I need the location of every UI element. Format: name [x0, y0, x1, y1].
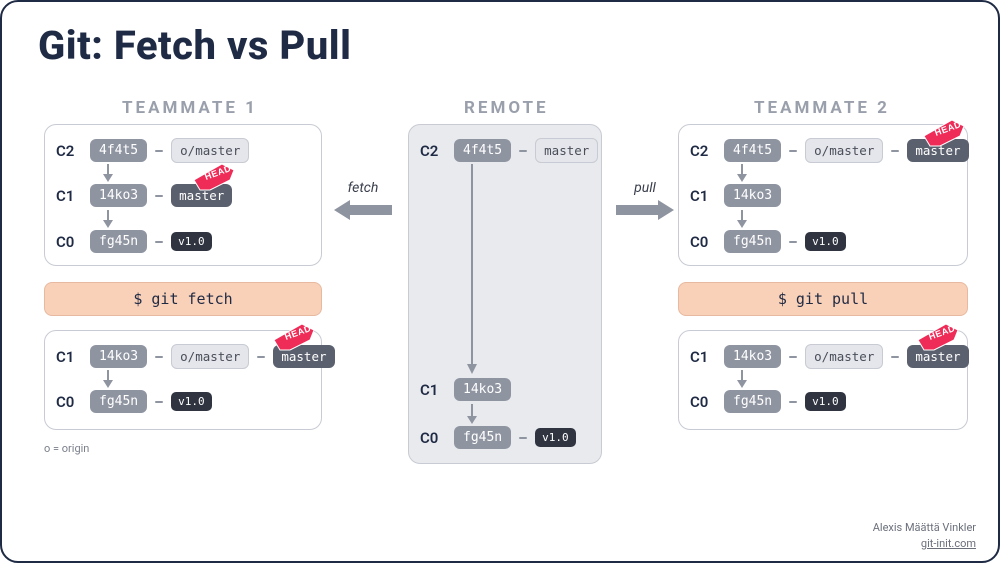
arrow-down-icon	[734, 164, 750, 182]
remote-c1: C1 14ko3	[420, 378, 511, 401]
t2b-c1: C1 14ko3	[690, 184, 781, 207]
commit-hash: 14ko3	[724, 184, 781, 207]
commit-label: C2	[420, 142, 446, 160]
commit-hash: 14ko3	[90, 345, 147, 368]
commit-hash: 14ko3	[90, 184, 147, 207]
footnote: o = origin	[44, 442, 89, 455]
head-flag-icon: HEAD	[924, 116, 968, 146]
commit-hash: fg45n	[454, 426, 511, 449]
head-flag-icon: HEAD	[274, 320, 318, 350]
arrow-down-icon	[734, 210, 750, 228]
tag-v1: v1.0	[171, 232, 212, 251]
commit-label: C1	[56, 187, 82, 205]
head-flag-icon: HEAD	[194, 160, 238, 190]
credit-name: Alexis Määttä Vinkler	[873, 520, 976, 535]
fetch-arrow-icon: fetch	[334, 180, 392, 222]
connector	[257, 356, 265, 358]
connector	[891, 150, 899, 152]
commit-label: C0	[690, 233, 716, 251]
command-git-fetch: $ git fetch	[44, 282, 322, 316]
commit-label: C1	[56, 348, 82, 366]
credit-block: Alexis Määttä Vinkler git-init.com	[873, 520, 976, 551]
connector	[789, 356, 797, 358]
commit-hash: 14ko3	[454, 378, 511, 401]
remote-c0: C0 fg45n v1.0	[420, 426, 576, 449]
pull-arrow-icon: pull	[616, 180, 674, 222]
connector	[155, 356, 163, 358]
t2b-c0: C0 fg45n v1.0	[690, 230, 846, 253]
connector	[519, 437, 527, 439]
tag-v1: v1.0	[535, 428, 576, 447]
t1a-c0: C0 fg45n v1.0	[56, 390, 212, 413]
branch-omaster: o/master	[805, 344, 883, 369]
arrow-down-icon	[464, 164, 480, 374]
commit-label: C0	[56, 233, 82, 251]
arrow-down-icon	[464, 404, 480, 424]
credit-url: git-init.com	[873, 536, 976, 551]
commit-hash: 14ko3	[724, 345, 781, 368]
commit-label: C1	[420, 381, 446, 399]
connector	[789, 401, 797, 403]
tag-v1: v1.0	[805, 392, 846, 411]
command-git-pull: $ git pull	[678, 282, 968, 316]
commit-label: C0	[420, 429, 446, 447]
branch-omaster: o/master	[171, 344, 249, 369]
commit-hash: 4f4t5	[724, 139, 781, 162]
branch-master: master	[535, 138, 598, 163]
remote-c2: C2 4f4t5 master	[420, 138, 598, 163]
connector	[155, 401, 163, 403]
commit-label: C1	[690, 187, 716, 205]
connector	[789, 241, 797, 243]
commit-hash: fg45n	[90, 390, 147, 413]
header-teammate1: TEAMMATE 1	[122, 98, 258, 118]
tag-v1: v1.0	[805, 232, 846, 251]
t2a-c0: C0 fg45n v1.0	[690, 390, 846, 413]
arrow-down-icon	[100, 164, 116, 182]
arrow-down-icon	[734, 370, 750, 388]
connector	[155, 195, 163, 197]
diagram-canvas: Git: Fetch vs Pull TEAMMATE 1 REMOTE TEA…	[0, 0, 1000, 563]
connector	[891, 356, 899, 358]
connector	[155, 150, 163, 152]
commit-hash: 4f4t5	[90, 139, 147, 162]
connector	[519, 150, 527, 152]
commit-label: C0	[690, 393, 716, 411]
commit-hash: fg45n	[724, 230, 781, 253]
header-teammate2: TEAMMATE 2	[754, 98, 890, 118]
connector	[789, 150, 797, 152]
connector	[155, 241, 163, 243]
tag-v1: v1.0	[171, 392, 212, 411]
arrow-label: fetch	[348, 180, 379, 196]
commit-label: C2	[690, 142, 716, 160]
panel-remote	[408, 124, 602, 464]
commit-label: C2	[56, 142, 82, 160]
header-remote: REMOTE	[464, 98, 549, 118]
arrow-label: pull	[634, 180, 656, 196]
head-flag-icon: HEAD	[918, 320, 962, 350]
commit-label: C0	[56, 393, 82, 411]
page-title: Git: Fetch vs Pull	[38, 22, 351, 69]
commit-hash: fg45n	[90, 230, 147, 253]
commit-hash: fg45n	[724, 390, 781, 413]
arrow-down-icon	[100, 210, 116, 228]
arrow-down-icon	[100, 370, 116, 388]
branch-omaster: o/master	[805, 138, 883, 163]
commit-hash: 4f4t5	[454, 139, 511, 162]
commit-label: C1	[690, 348, 716, 366]
t1b-c0: C0 fg45n v1.0	[56, 230, 212, 253]
